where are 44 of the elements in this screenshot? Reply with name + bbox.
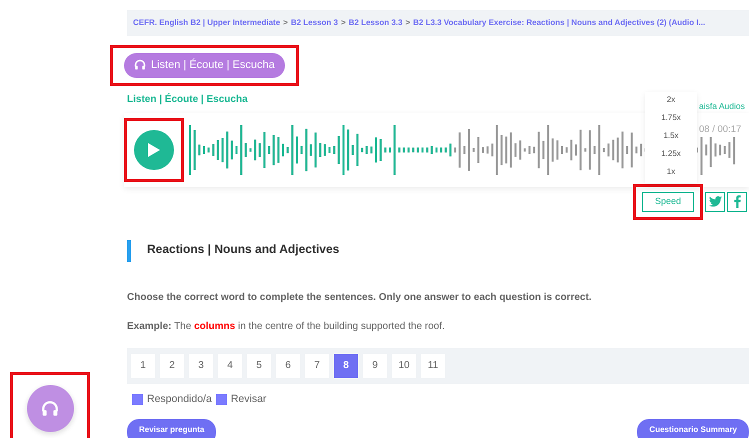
- question-number-button[interactable]: 6: [276, 354, 300, 378]
- speed-option[interactable]: 1.75x: [645, 111, 697, 129]
- letter-f-icon: [734, 195, 740, 208]
- play-icon: [147, 142, 161, 158]
- question-number-button[interactable]: 1: [131, 354, 155, 378]
- breadcrumb-separator: >: [340, 17, 346, 29]
- breadcrumb-separator: >: [283, 17, 288, 29]
- instruction-text: Choose the correct word to complete the sentences. Only one answer to each question is correct.: [127, 290, 593, 304]
- breadcrumb-separator: >: [405, 17, 410, 29]
- listen-button[interactable]: Listen | Écoute | Escucha: [124, 53, 285, 78]
- question-number-button[interactable]: 7: [305, 354, 329, 378]
- question-number-button[interactable]: 5: [247, 354, 271, 378]
- breadcrumb-link[interactable]: B2 L3.3 Vocabulary Exercise: Reactions | Nouns and Adjectives (2) (Audio I...: [413, 17, 706, 29]
- player-title: Listen | Écoute | Escucha: [127, 92, 248, 106]
- question-number-button[interactable]: 8: [334, 354, 358, 378]
- example-sentence: Example: The columns in the centre of the building supported the roof.: [127, 320, 446, 334]
- twitter-button[interactable]: [705, 192, 725, 212]
- legend-swatch: [216, 394, 227, 405]
- floating-audio-button[interactable]: [26, 385, 74, 432]
- play-button[interactable]: [134, 130, 174, 170]
- legend-swatch: [132, 394, 143, 405]
- playback-time: 08 / 00:17: [699, 123, 744, 138]
- question-number-button[interactable]: 11: [421, 354, 445, 378]
- breadcrumb-link[interactable]: CEFR. English B2 | Upper Intermediate: [133, 17, 280, 29]
- question-number-button[interactable]: 3: [189, 354, 213, 378]
- bird-icon: [708, 196, 722, 207]
- legend-label: Revisar: [230, 392, 266, 406]
- action-button[interactable]: Cuestionario Summary: [637, 419, 749, 438]
- legend-label: Respondido/a: [147, 392, 212, 406]
- section-heading: Reactions | Nouns and Adjectives: [127, 240, 340, 262]
- breadcrumb-link[interactable]: B2 Lesson 3: [290, 17, 338, 29]
- speed-option[interactable]: 1.25x: [645, 147, 697, 165]
- question-number-button[interactable]: 9: [363, 354, 387, 378]
- facebook-button[interactable]: [727, 192, 747, 212]
- speed-option[interactable]: 1x: [645, 165, 697, 183]
- question-number-button[interactable]: 2: [160, 354, 184, 378]
- question-number-button[interactable]: 10: [392, 354, 416, 378]
- headphones-icon: [41, 400, 59, 418]
- breadcrumb-link[interactable]: B2 Lesson 3.3: [348, 17, 402, 29]
- speed-option[interactable]: 1.5x: [645, 129, 697, 147]
- headphones-icon: [134, 59, 146, 72]
- question-number-button[interactable]: 4: [218, 354, 242, 378]
- action-button[interactable]: Revisar pregunta: [127, 419, 216, 438]
- speed-option[interactable]: 2x: [645, 93, 697, 111]
